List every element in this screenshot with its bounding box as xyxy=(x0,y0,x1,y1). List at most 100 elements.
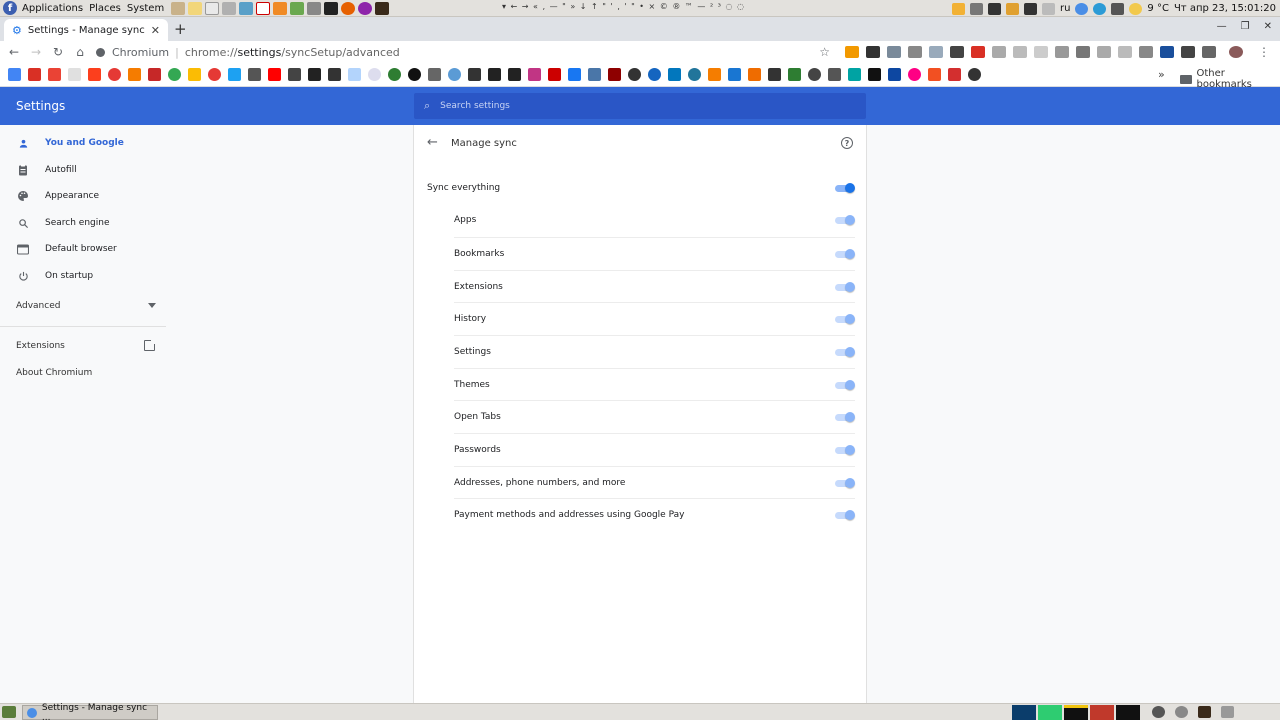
bookmark-cs-icon[interactable] xyxy=(548,68,561,81)
monitor-tray-icon[interactable] xyxy=(987,2,1001,15)
settings-tray-icon[interactable] xyxy=(1023,2,1037,15)
sync-toggle-passwords[interactable] xyxy=(835,444,855,456)
bookmark-pin-icon[interactable] xyxy=(108,68,121,81)
bookmark-youtube-icon[interactable] xyxy=(268,68,281,81)
extension-mask-icon[interactable] xyxy=(887,46,901,58)
bookmark-teal-icon[interactable] xyxy=(668,68,681,81)
profile-avatar[interactable] xyxy=(1229,46,1243,58)
bookmark-nd-icon[interactable] xyxy=(948,68,961,81)
open-in-new-icon[interactable] xyxy=(144,339,156,351)
bookmark-mail-box-icon[interactable] xyxy=(728,68,741,81)
bookmarks-overflow-chevron[interactable]: » xyxy=(1158,68,1165,81)
clock-app-icon[interactable] xyxy=(1175,706,1188,718)
help-icon[interactable]: ? xyxy=(841,137,853,149)
close-window-icon[interactable]: ✕ xyxy=(1264,21,1272,32)
extension-ublock-icon[interactable] xyxy=(1034,46,1048,58)
extension-text-icon[interactable] xyxy=(1139,46,1153,58)
screenshot-icon[interactable] xyxy=(239,1,254,15)
gnome-foot-icon[interactable]: f xyxy=(3,1,17,15)
disk-monitor-graph[interactable] xyxy=(1116,705,1140,720)
reload-icon[interactable]: ↻ xyxy=(47,45,69,59)
mail-tray-icon[interactable] xyxy=(951,2,965,15)
tab-settings-manage-sync[interactable]: ⚙ Settings - Manage sync ✕ xyxy=(4,19,168,41)
search-settings-input[interactable] xyxy=(440,101,841,111)
extension-pocket-icon[interactable] xyxy=(1013,46,1027,58)
browser-menu-icon[interactable]: ⋮ xyxy=(1258,45,1270,59)
bookmark-diamond-icon[interactable] xyxy=(248,68,261,81)
yandex-browser-icon[interactable] xyxy=(256,1,271,15)
bookmark-l-icon[interactable] xyxy=(308,68,321,81)
notes-tray-icon[interactable] xyxy=(1005,2,1019,15)
calculator-icon[interactable] xyxy=(222,1,237,15)
bookmark-google-icon[interactable] xyxy=(8,68,21,81)
load-monitor-graph[interactable] xyxy=(1090,705,1114,720)
notes-icon[interactable] xyxy=(188,1,203,15)
archive-icon[interactable] xyxy=(307,1,322,15)
extension-shield-icon[interactable] xyxy=(1055,46,1069,58)
sync-toggle-history[interactable] xyxy=(835,313,855,325)
extension-upload-icon[interactable] xyxy=(845,46,859,58)
special-characters-row[interactable]: ▾ ← → « ‚ — " » ↓ ↑ " ' ‚ ' " • × © ® ™ … xyxy=(502,2,745,11)
tools-tray-icon[interactable] xyxy=(1111,2,1125,15)
memory-monitor-graph[interactable] xyxy=(1038,705,1062,720)
back-icon[interactable]: ← xyxy=(3,45,25,59)
bookmark-github-icon[interactable] xyxy=(808,68,821,81)
sync-toggle-apps[interactable] xyxy=(835,214,855,226)
bookmark-loop-icon[interactable] xyxy=(328,68,341,81)
bookmark-orange-icon[interactable] xyxy=(748,68,761,81)
site-info-icon[interactable] xyxy=(96,47,105,57)
new-tab-button[interactable]: + xyxy=(174,20,187,38)
sidebar-item-appearance[interactable]: Appearance xyxy=(0,183,166,209)
menu-places[interactable]: Places xyxy=(86,3,124,14)
bookmark-flickr-icon[interactable] xyxy=(908,68,921,81)
network-icon[interactable] xyxy=(1075,2,1089,15)
keyboard-layout-indicator[interactable]: ru xyxy=(1060,3,1070,14)
sync-toggle-addresses[interactable] xyxy=(835,477,855,489)
extension-badge-icon[interactable] xyxy=(971,46,985,58)
bookmark-wordpress-icon[interactable] xyxy=(688,68,701,81)
sidebar-item-default-browser[interactable]: Default browser xyxy=(0,236,166,262)
bookmark-instagram-icon[interactable] xyxy=(528,68,541,81)
address-bar[interactable]: Chromium | chrome://settings/syncSetup/a… xyxy=(96,42,836,62)
bookmark-windows-icon[interactable] xyxy=(928,68,941,81)
text-editor-icon[interactable] xyxy=(171,1,186,15)
bookmark-gmail-icon[interactable] xyxy=(48,68,61,81)
bookmark-note-icon[interactable] xyxy=(828,68,841,81)
bookmark-drop-icon[interactable] xyxy=(468,68,481,81)
sync-toggle-extensions[interactable] xyxy=(835,281,855,293)
extension-info-icon[interactable] xyxy=(1097,46,1111,58)
sidebar-item-on-startup[interactable]: On startup xyxy=(0,263,166,289)
bookmark-wiki-en-icon[interactable] xyxy=(508,68,521,81)
rss-icon[interactable] xyxy=(273,1,288,15)
extension-download-icon[interactable] xyxy=(1160,46,1174,58)
extension-grid-icon[interactable] xyxy=(992,46,1006,58)
bookmark-blue-icon[interactable] xyxy=(448,68,461,81)
bookmark-person-h-icon[interactable] xyxy=(968,68,981,81)
bookmark-lambda-icon[interactable] xyxy=(868,68,881,81)
minimize-icon[interactable]: — xyxy=(1217,21,1227,32)
bookmark-green-icon[interactable] xyxy=(168,68,181,81)
cog-icon[interactable] xyxy=(1152,706,1165,718)
bookmark-n-folder-icon[interactable] xyxy=(428,68,441,81)
cpu-monitor-graph[interactable] xyxy=(1012,705,1036,720)
bookmark-clapper-icon[interactable] xyxy=(768,68,781,81)
bookmark-star-icon[interactable]: ☆ xyxy=(819,45,830,59)
sync-toggle-themes[interactable] xyxy=(835,379,855,391)
sync-toggle-open-tabs[interactable] xyxy=(835,411,855,423)
media-player-icon[interactable] xyxy=(375,1,390,15)
sidebar-item-search-engine[interactable]: Search engine xyxy=(0,210,166,236)
bookmark-person-s-icon[interactable] xyxy=(628,68,641,81)
clock[interactable]: Чт апр 23, 15:01:20 xyxy=(1174,3,1276,14)
sidebar-item-you-and-google[interactable]: You and Google xyxy=(0,130,166,156)
bookmark-wiki-ru-icon[interactable] xyxy=(488,68,501,81)
trash-icon[interactable] xyxy=(1221,706,1234,718)
close-tab-icon[interactable]: ✕ xyxy=(151,24,160,37)
sidebar-advanced-toggle[interactable]: Advanced xyxy=(16,301,156,311)
extension-puzzle-icon[interactable] xyxy=(1202,46,1216,58)
bookmark-blogger-icon[interactable] xyxy=(708,68,721,81)
sidebar-link-extensions[interactable]: Extensions xyxy=(16,341,65,351)
bookmark-globe-icon[interactable] xyxy=(388,68,401,81)
bookmark-u-icon[interactable] xyxy=(888,68,901,81)
sync-toggle-bookmarks[interactable] xyxy=(835,248,855,260)
bookmark-maps-icon[interactable] xyxy=(188,68,201,81)
